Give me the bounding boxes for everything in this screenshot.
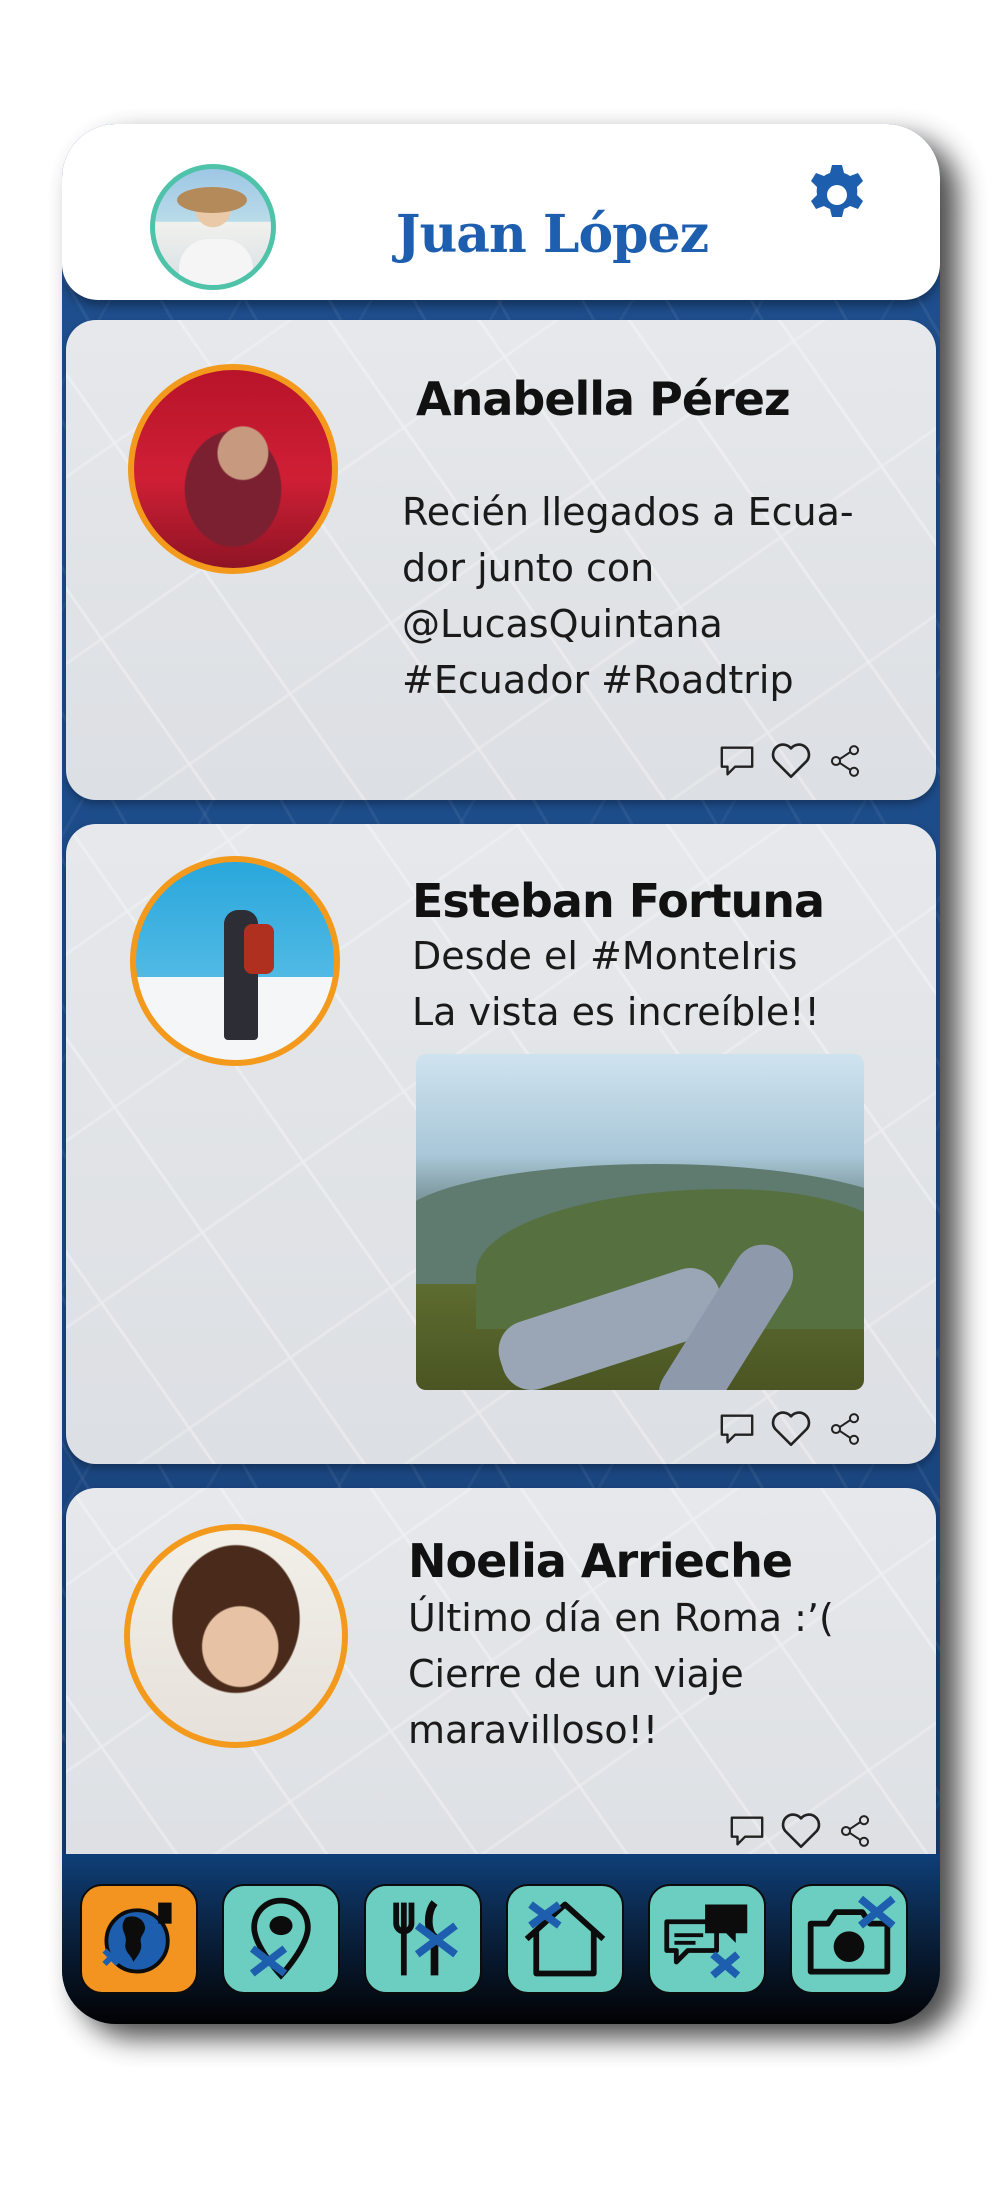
home-icon xyxy=(524,1901,606,1977)
comment-icon xyxy=(720,746,754,776)
nav-camera-button[interactable] xyxy=(790,1884,908,1994)
post-author-name[interactable]: Anabella Pérez xyxy=(416,372,791,426)
post-author-avatar[interactable] xyxy=(130,856,340,1066)
comment-icon xyxy=(730,1816,764,1846)
settings-button[interactable] xyxy=(802,160,872,230)
profile-avatar[interactable] xyxy=(150,164,276,290)
heart-icon xyxy=(781,1813,821,1849)
backpack-shape xyxy=(244,924,274,974)
post-card: Esteban Fortuna Desde el #MonteIris La v… xyxy=(66,824,936,1464)
post-actions xyxy=(716,1408,866,1450)
heart-icon xyxy=(771,743,811,779)
post-text: Desde el #MonteIris La vista es increíbl… xyxy=(412,934,820,1034)
app-header: Juan López xyxy=(62,124,940,300)
map-globe-icon xyxy=(102,1902,172,1974)
post-author-avatar[interactable] xyxy=(124,1524,348,1748)
post-author-name[interactable]: Esteban Fortuna xyxy=(412,874,825,928)
post-card: Anabella Pérez Recién llegados a Ecua- d… xyxy=(66,320,936,800)
profile-name: Juan López xyxy=(395,204,709,265)
phone-frame: Juan López Anabella Pérez Recién llegado… xyxy=(62,124,940,2024)
post-photo[interactable] xyxy=(416,1054,864,1390)
bottom-navigation xyxy=(62,1854,940,2024)
gear-icon xyxy=(811,165,863,217)
share-icon xyxy=(830,745,860,777)
comment-button[interactable] xyxy=(726,1810,768,1852)
like-button[interactable] xyxy=(770,740,812,782)
post-actions xyxy=(716,740,866,782)
heart-icon xyxy=(771,1411,811,1447)
share-icon xyxy=(840,1815,870,1847)
post-actions xyxy=(726,1810,876,1852)
comment-icon xyxy=(720,1414,754,1444)
nav-restaurant-button[interactable] xyxy=(364,1884,482,1994)
location-pin-icon xyxy=(249,1897,311,1980)
post-author-name[interactable]: Noelia Arrieche xyxy=(408,1534,793,1588)
like-button[interactable] xyxy=(780,1810,822,1852)
restaurant-icon xyxy=(393,1900,458,1976)
comment-button[interactable] xyxy=(716,1408,758,1450)
post-card: Noelia Arrieche Último día en Roma :’( C… xyxy=(66,1488,936,1908)
post-text: Último día en Roma :’( Cierre de un viaj… xyxy=(408,1596,834,1752)
comment-button[interactable] xyxy=(716,740,758,782)
nav-location-button[interactable] xyxy=(222,1884,340,1994)
camera-icon xyxy=(807,1895,896,1975)
chat-icon xyxy=(664,1904,748,1979)
share-icon xyxy=(830,1413,860,1445)
share-button[interactable] xyxy=(824,1408,866,1450)
hat-shape xyxy=(177,187,247,213)
shirt-shape xyxy=(179,239,253,285)
post-text: Recién llegados a Ecua- dor junto con @L… xyxy=(402,490,854,702)
nav-home-button[interactable] xyxy=(506,1884,624,1994)
share-button[interactable] xyxy=(824,740,866,782)
nav-chat-button[interactable] xyxy=(648,1884,766,1994)
post-author-avatar[interactable] xyxy=(128,364,338,574)
like-button[interactable] xyxy=(770,1408,812,1450)
nav-map-button[interactable] xyxy=(80,1884,198,1994)
share-button[interactable] xyxy=(834,1810,876,1852)
